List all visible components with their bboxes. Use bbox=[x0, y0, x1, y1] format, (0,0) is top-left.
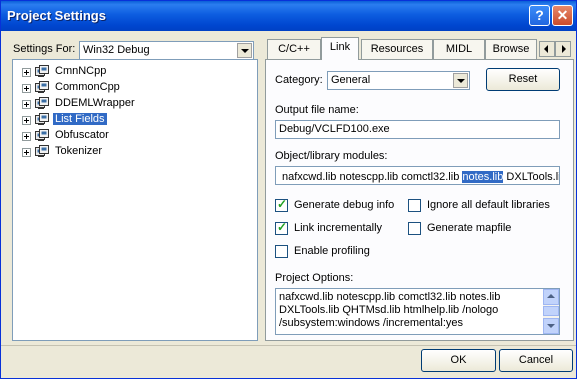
tab-scroll-left-icon[interactable] bbox=[539, 41, 555, 57]
link-incrementally-checkbox[interactable]: Link incrementally bbox=[275, 220, 405, 237]
cancel-button[interactable]: Cancel bbox=[499, 349, 573, 372]
modules-input[interactable]: nafxcwd.lib notescpp.lib comctl32.lib no… bbox=[275, 166, 560, 185]
bottom-separator bbox=[1, 345, 576, 346]
generate-mapfile-checkbox[interactable]: Generate mapfile bbox=[408, 221, 568, 237]
ignore-default-libs-checkbox[interactable]: Ignore all default libraries bbox=[408, 198, 568, 214]
project-icon bbox=[35, 145, 49, 158]
project-settings-dialog: Project Settings ? ✕ Settings For: Win32… bbox=[0, 0, 577, 379]
category-label: Category: bbox=[275, 74, 323, 86]
project-options-line: /subsystem:windows /incremental:yes bbox=[279, 317, 464, 329]
tab-label: Link bbox=[329, 41, 351, 53]
enable-profiling-checkbox[interactable]: Enable profiling bbox=[275, 244, 405, 260]
reset-button[interactable]: Reset bbox=[486, 68, 560, 91]
checkbox-unchecked-icon[interactable] bbox=[408, 222, 421, 235]
generate-mapfile-label: Generate mapfile bbox=[427, 222, 512, 234]
tab-label: Browse bbox=[492, 43, 530, 55]
modules-text-selected: notes.lib bbox=[462, 171, 504, 183]
checkbox-checked-icon[interactable] bbox=[275, 220, 288, 235]
tab-link[interactable]: Link bbox=[321, 37, 359, 60]
tree-item[interactable]: CmnNCpp bbox=[17, 64, 217, 80]
category-value: General bbox=[331, 74, 371, 86]
project-icon bbox=[35, 113, 49, 126]
tab-resources[interactable]: Resources bbox=[361, 39, 433, 59]
link-incrementally-label: Link incrementally bbox=[294, 222, 383, 234]
expand-plus-icon[interactable] bbox=[22, 148, 31, 157]
checkbox-unchecked-icon[interactable] bbox=[275, 245, 288, 258]
tab-label: MIDL bbox=[445, 43, 473, 55]
title-bar[interactable]: Project Settings ? ✕ bbox=[1, 1, 576, 31]
output-file-label: Output file name: bbox=[275, 104, 359, 116]
project-icon bbox=[35, 129, 49, 142]
tree-item-label: CommonCpp bbox=[55, 81, 120, 93]
tab-cpp[interactable]: C/C++ bbox=[267, 39, 321, 59]
expand-plus-icon[interactable] bbox=[22, 100, 31, 109]
cancel-label: Cancel bbox=[518, 354, 554, 366]
tab-label: Resources bbox=[370, 43, 424, 55]
project-options-scrollbar[interactable] bbox=[543, 289, 559, 334]
expand-plus-icon[interactable] bbox=[22, 116, 31, 125]
close-button[interactable]: ✕ bbox=[552, 5, 573, 26]
tree-item[interactable]: List Fields bbox=[17, 112, 217, 128]
expand-plus-icon[interactable] bbox=[22, 68, 31, 77]
checkbox-checked-icon[interactable] bbox=[275, 197, 288, 212]
category-combo[interactable]: General bbox=[327, 71, 470, 90]
scroll-down-icon[interactable] bbox=[543, 318, 559, 334]
chevron-down-icon[interactable] bbox=[453, 73, 468, 88]
output-file-input[interactable]: Debug/VCLFD100.exe bbox=[275, 120, 560, 139]
project-options-line: nafxcwd.lib notescpp.lib comctl32.lib no… bbox=[279, 291, 501, 303]
tree-item[interactable]: CommonCpp bbox=[17, 80, 217, 96]
tree-item-label: List Fields bbox=[53, 113, 107, 125]
ignore-default-libs-label: Ignore all default libraries bbox=[427, 199, 550, 211]
tab-label: C/C++ bbox=[278, 43, 310, 55]
tab-scroll-right-icon[interactable] bbox=[555, 41, 571, 57]
expand-plus-icon[interactable] bbox=[22, 132, 31, 141]
tree-item[interactable]: Tokenizer bbox=[17, 144, 217, 160]
project-tree[interactable]: CmnNCpp CommonCpp DDEMLWrapper List Fields O… bbox=[12, 59, 258, 341]
tab-browse[interactable]: Browse bbox=[485, 39, 537, 59]
settings-for-label: Settings For: bbox=[13, 43, 76, 55]
link-tab-page: Category: General Reset Output file name… bbox=[265, 59, 574, 341]
project-icon bbox=[35, 65, 49, 78]
chevron-down-icon[interactable] bbox=[237, 43, 252, 58]
help-button[interactable]: ? bbox=[529, 5, 550, 26]
expand-plus-icon[interactable] bbox=[22, 84, 31, 93]
tree-item-label: DDEMLWrapper bbox=[55, 97, 135, 109]
ok-label: OK bbox=[450, 354, 467, 366]
modules-value: nafxcwd.lib notescpp.lib comctl32.lib no… bbox=[279, 169, 559, 183]
scroll-up-icon[interactable] bbox=[543, 289, 559, 305]
enable-profiling-label: Enable profiling bbox=[294, 245, 370, 257]
modules-text-post: DXLTools.lib bbox=[506, 171, 559, 183]
tree-item-label: Tokenizer bbox=[55, 145, 103, 157]
settings-for-value: Win32 Debug bbox=[83, 44, 150, 56]
generate-debug-label: Generate debug info bbox=[294, 199, 395, 211]
project-options-label: Project Options: bbox=[275, 272, 354, 284]
settings-for-pane: Settings For: Win32 Debug CmnNCpp CommonC… bbox=[5, 35, 259, 341]
tab-midl[interactable]: MIDL bbox=[433, 39, 485, 59]
checkbox-unchecked-icon[interactable] bbox=[408, 199, 421, 212]
settings-for-combo[interactable]: Win32 Debug bbox=[79, 41, 254, 60]
tree-item[interactable]: DDEMLWrapper bbox=[17, 96, 217, 112]
project-icon bbox=[35, 97, 49, 110]
modules-label: Object/library modules: bbox=[275, 150, 388, 162]
scroll-thumb[interactable] bbox=[543, 306, 559, 316]
reset-label: Reset bbox=[508, 73, 538, 85]
tab-strip: C/C++ Link Resources MIDL Browse bbox=[265, 37, 575, 60]
modules-text-pre: nafxcwd.lib notescpp.lib comctl32.lib bbox=[282, 171, 463, 183]
project-options-textarea[interactable]: nafxcwd.lib notescpp.lib comctl32.lib no… bbox=[275, 288, 560, 335]
output-file-value: Debug/VCLFD100.exe bbox=[279, 123, 390, 135]
project-icon bbox=[35, 81, 49, 94]
generate-debug-checkbox[interactable]: Generate debug info bbox=[275, 197, 405, 214]
tree-item-label: CmnNCpp bbox=[55, 65, 107, 77]
tree-item[interactable]: Obfuscator bbox=[17, 128, 217, 144]
window-title: Project Settings bbox=[7, 8, 106, 23]
project-options-line: DXLTools.lib QHTMsd.lib htmlhelp.lib /no… bbox=[279, 304, 499, 316]
tree-item-label: Obfuscator bbox=[55, 129, 109, 141]
ok-button[interactable]: OK bbox=[421, 349, 496, 372]
